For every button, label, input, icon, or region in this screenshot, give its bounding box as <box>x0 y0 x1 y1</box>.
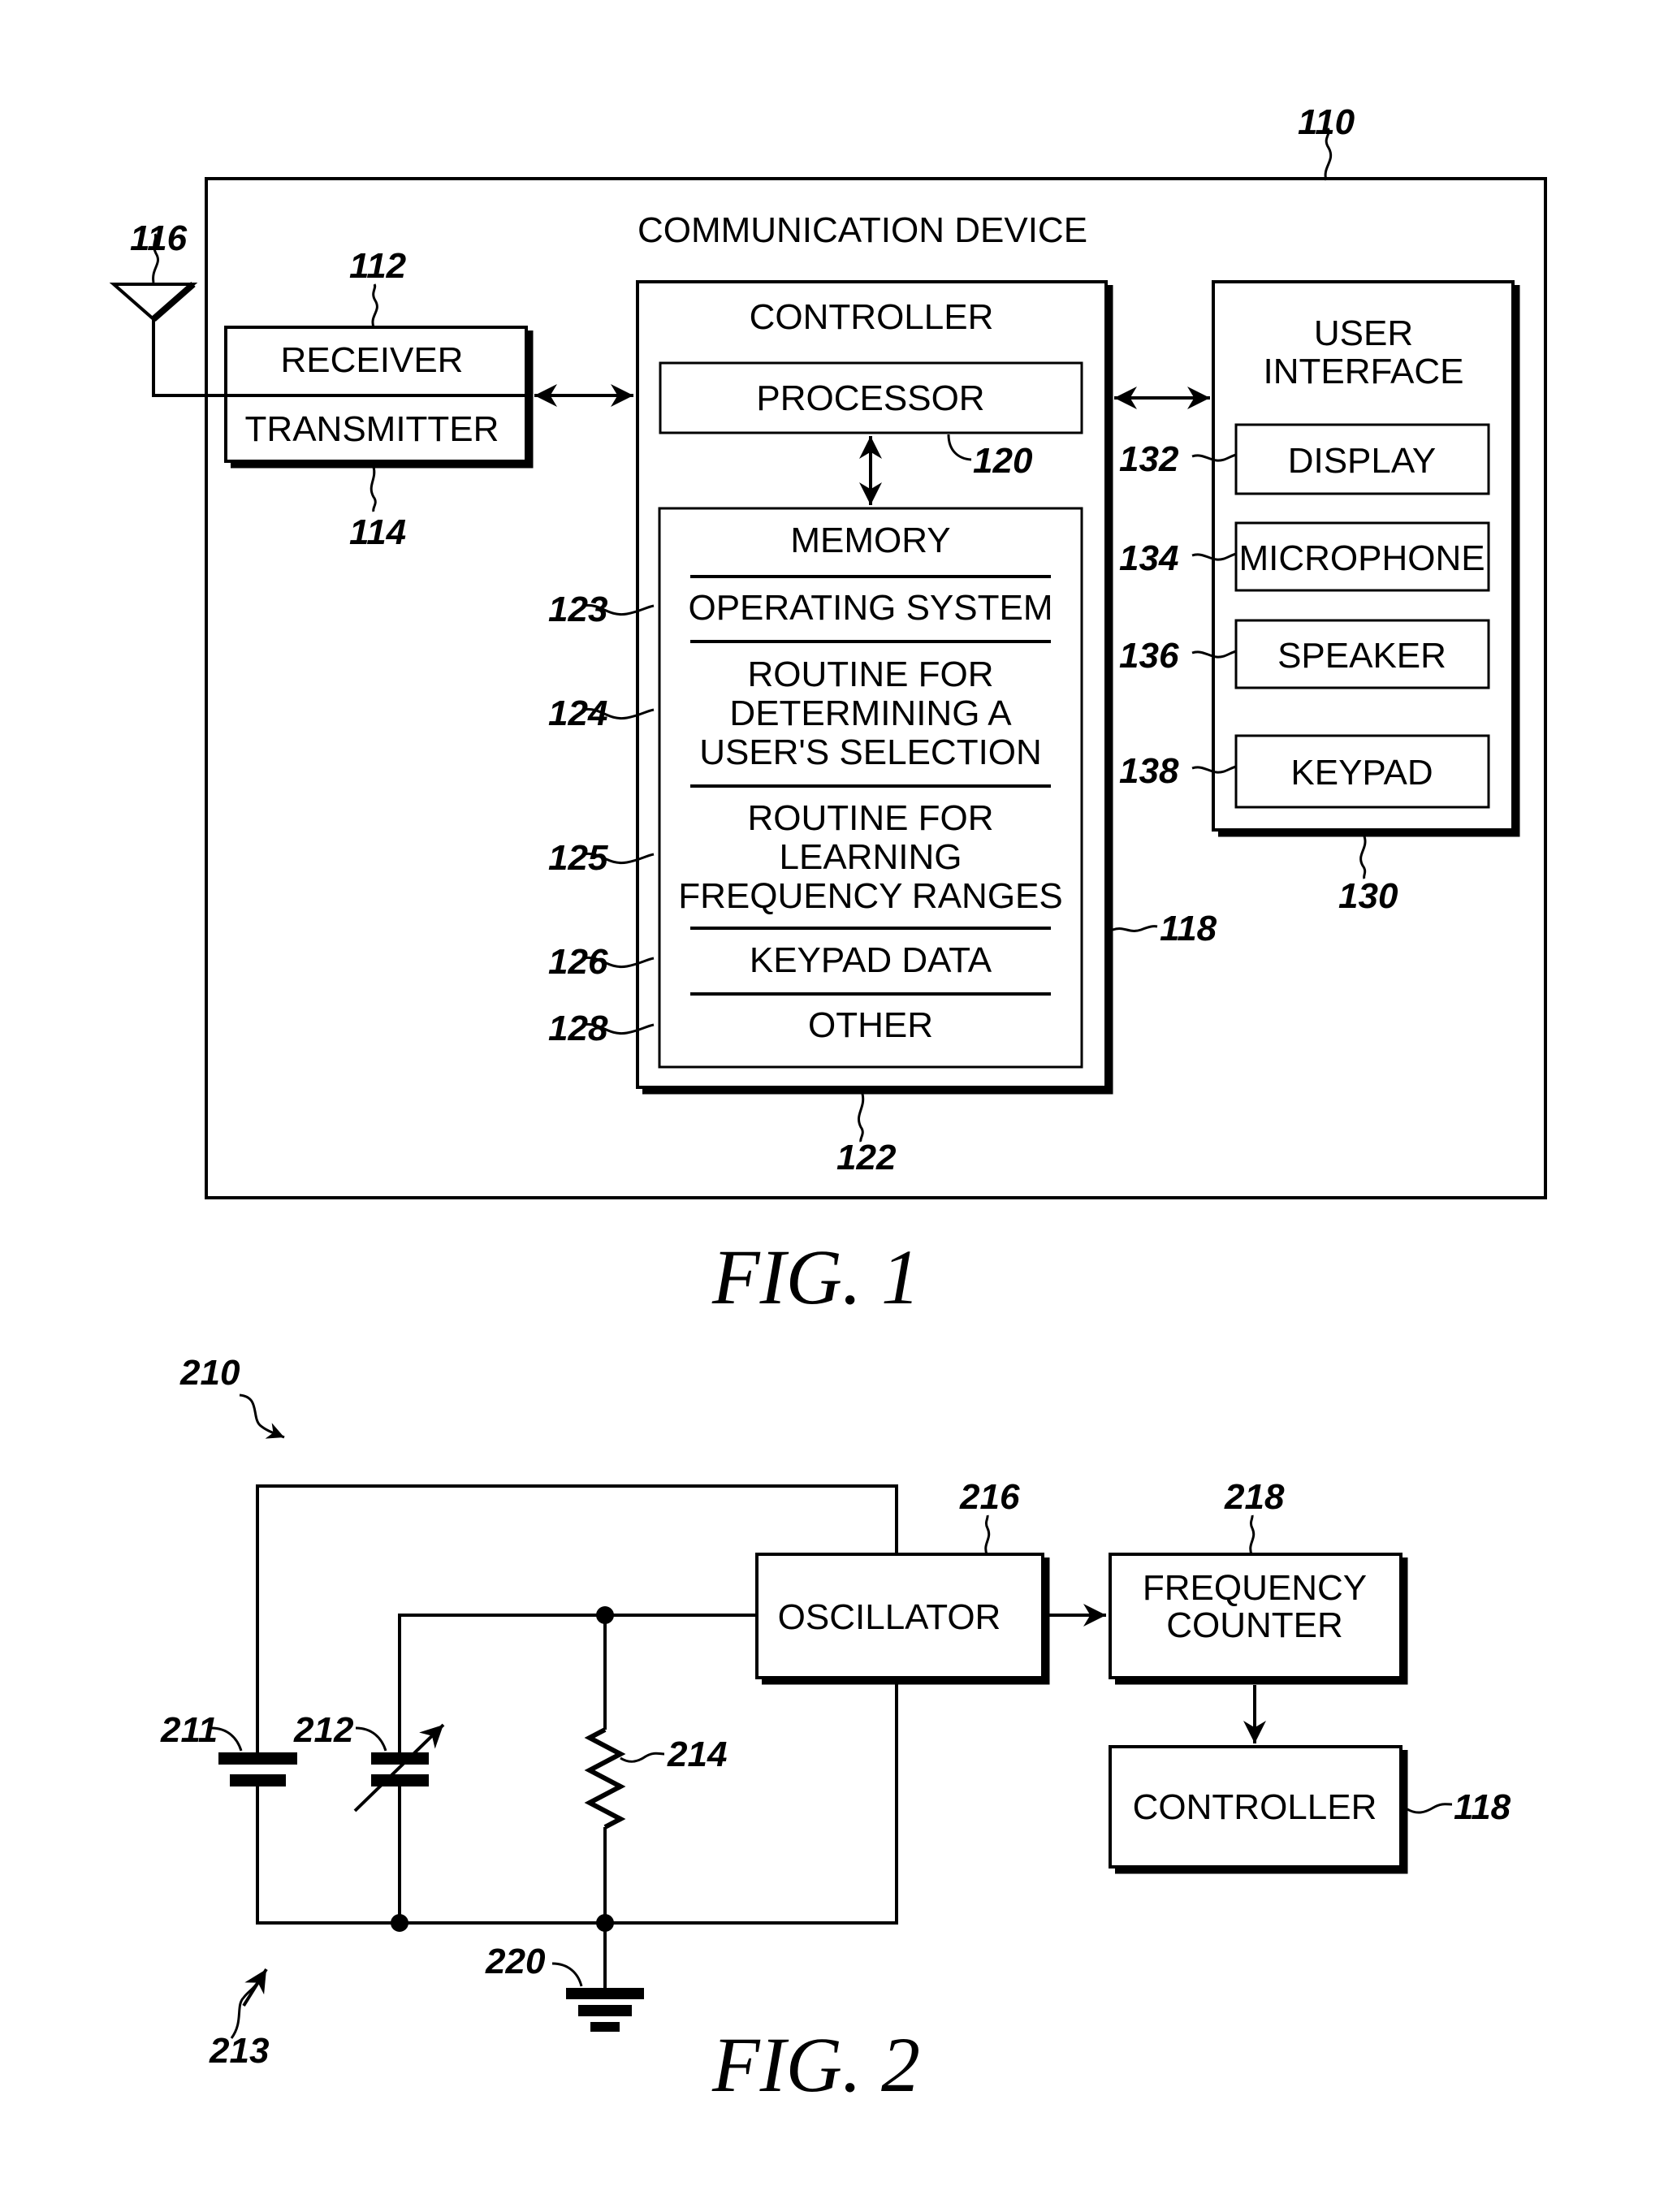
ref-213: 213 <box>209 2031 269 2071</box>
junction-dot <box>596 1606 614 1624</box>
transmitter-label: TRANSMITTER <box>245 409 499 449</box>
fig1: COMMUNICATION DEVICE 110 116 RECEIVER TR… <box>109 102 1547 1320</box>
ref-leader-118 <box>1112 925 1158 932</box>
ref-112: 112 <box>349 246 407 286</box>
memory-item-label: LEARNING <box>780 837 962 877</box>
ref-leader-118-fig2 <box>1407 1803 1453 1814</box>
ref-211: 211 <box>160 1710 218 1750</box>
memory-item-frequency-learning-routine: ROUTINE FOR LEARNING FREQUENCY RANGES 12… <box>548 798 1063 916</box>
ref-212: 212 <box>293 1710 354 1750</box>
ui-item-label: DISPLAY <box>1288 441 1437 481</box>
ui-item-speaker: SPEAKER 136 <box>1119 619 1490 689</box>
resistor-icon <box>584 1615 626 1923</box>
frequency-counter-label-line2: COUNTER <box>1166 1605 1343 1645</box>
memory-item-keypad-data: KEYPAD DATA 126 <box>548 940 992 982</box>
ref-pointer-210 <box>239 1393 285 1439</box>
ref-138: 138 <box>1119 751 1179 791</box>
memory-label: MEMORY <box>790 521 950 560</box>
ref-218: 218 <box>1224 1477 1285 1517</box>
ref-leader-220 <box>551 1962 583 1987</box>
ref-130: 130 <box>1338 876 1398 916</box>
ref-leader-216 <box>984 1514 991 1555</box>
ref-leader-114 <box>370 466 377 512</box>
memory-item-label: OTHER <box>808 1005 933 1045</box>
ref-125: 125 <box>548 838 608 878</box>
ui-item-label: SPEAKER <box>1277 636 1446 676</box>
ref-134: 134 <box>1119 538 1178 578</box>
user-interface-label-line2: INTERFACE <box>1264 352 1464 391</box>
memory-item-label: FREQUENCY RANGES <box>678 876 1063 916</box>
ref-126: 126 <box>548 942 608 982</box>
controller-label: CONTROLLER <box>750 297 994 337</box>
memory-item-label: OPERATING SYSTEM <box>688 588 1052 628</box>
ref-leader-130 <box>1359 836 1367 879</box>
ref-128: 128 <box>548 1009 608 1048</box>
memory-item-operating-system: OPERATING SYSTEM 123 <box>548 588 1053 629</box>
memory-item-label: ROUTINE FOR <box>747 798 993 838</box>
ref-122: 122 <box>836 1138 897 1177</box>
ui-item-label: MICROPHONE <box>1238 538 1485 578</box>
ref-leader-112 <box>371 283 378 328</box>
ref-leader-122 <box>858 1093 865 1143</box>
ui-item-keypad: KEYPAD 138 <box>1119 734 1490 809</box>
frequency-counter-label-line1: FREQUENCY <box>1143 1568 1367 1608</box>
ref-110: 110 <box>1298 102 1355 142</box>
ref-118-fig2: 118 <box>1454 1787 1511 1827</box>
ref-118: 118 <box>1160 909 1217 948</box>
ui-item-microphone: MICROPHONE 134 <box>1119 521 1490 592</box>
antenna-icon <box>109 281 226 397</box>
memory-item-label: KEYPAD DATA <box>750 940 992 980</box>
oscillator-label: OSCILLATOR <box>778 1597 1001 1637</box>
fig2: 210 211 212 214 220 213 OSCILLATOR 216 F… <box>160 1353 1511 2108</box>
ref-124: 124 <box>548 693 607 733</box>
ref-leader-120 <box>947 434 972 461</box>
ref-116: 116 <box>130 218 188 258</box>
ref-123: 123 <box>548 590 607 629</box>
memory-item-label: ROUTINE FOR <box>747 655 993 694</box>
memory-item-label: DETERMINING A <box>729 693 1012 733</box>
fig1-caption: FIG. 1 <box>711 1233 920 1320</box>
ref-210: 210 <box>179 1353 240 1393</box>
ref-114: 114 <box>349 512 406 552</box>
receiver-label: RECEIVER <box>281 340 464 380</box>
fig2-caption: FIG. 2 <box>711 2021 920 2108</box>
ref-leader-214 <box>620 1752 665 1763</box>
oscillator-input-wire <box>398 1614 757 1754</box>
ref-leader-218 <box>1249 1514 1256 1555</box>
ref-216: 216 <box>959 1477 1020 1517</box>
ui-item-label: KEYPAD <box>1290 753 1433 793</box>
memory-item-other: OTHER 128 <box>548 1005 933 1048</box>
ref-214: 214 <box>667 1735 727 1774</box>
junction-dot <box>391 1914 408 1932</box>
communication-device-title: COMMUNICATION DEVICE <box>638 210 1087 250</box>
ref-136: 136 <box>1119 636 1179 676</box>
ui-item-display: DISPLAY 132 <box>1119 423 1490 495</box>
user-interface-label-line1: USER <box>1314 313 1413 353</box>
patent-drawing-sheet: COMMUNICATION DEVICE 110 116 RECEIVER TR… <box>109 102 1547 2108</box>
ref-pointer-213-arrow <box>242 1968 268 2007</box>
ref-132: 132 <box>1119 439 1179 479</box>
fig2-controller-label: CONTROLLER <box>1133 1787 1377 1827</box>
capacitor-icon <box>218 1752 297 1786</box>
processor-label: PROCESSOR <box>756 378 984 418</box>
ref-220: 220 <box>485 1942 546 1981</box>
memory-item-user-selection-routine: ROUTINE FOR DETERMINING A USER'S SELECTI… <box>548 655 1042 772</box>
ref-leader-212 <box>355 1726 387 1752</box>
memory-item-label: USER'S SELECTION <box>699 732 1042 772</box>
ref-120: 120 <box>973 441 1033 481</box>
